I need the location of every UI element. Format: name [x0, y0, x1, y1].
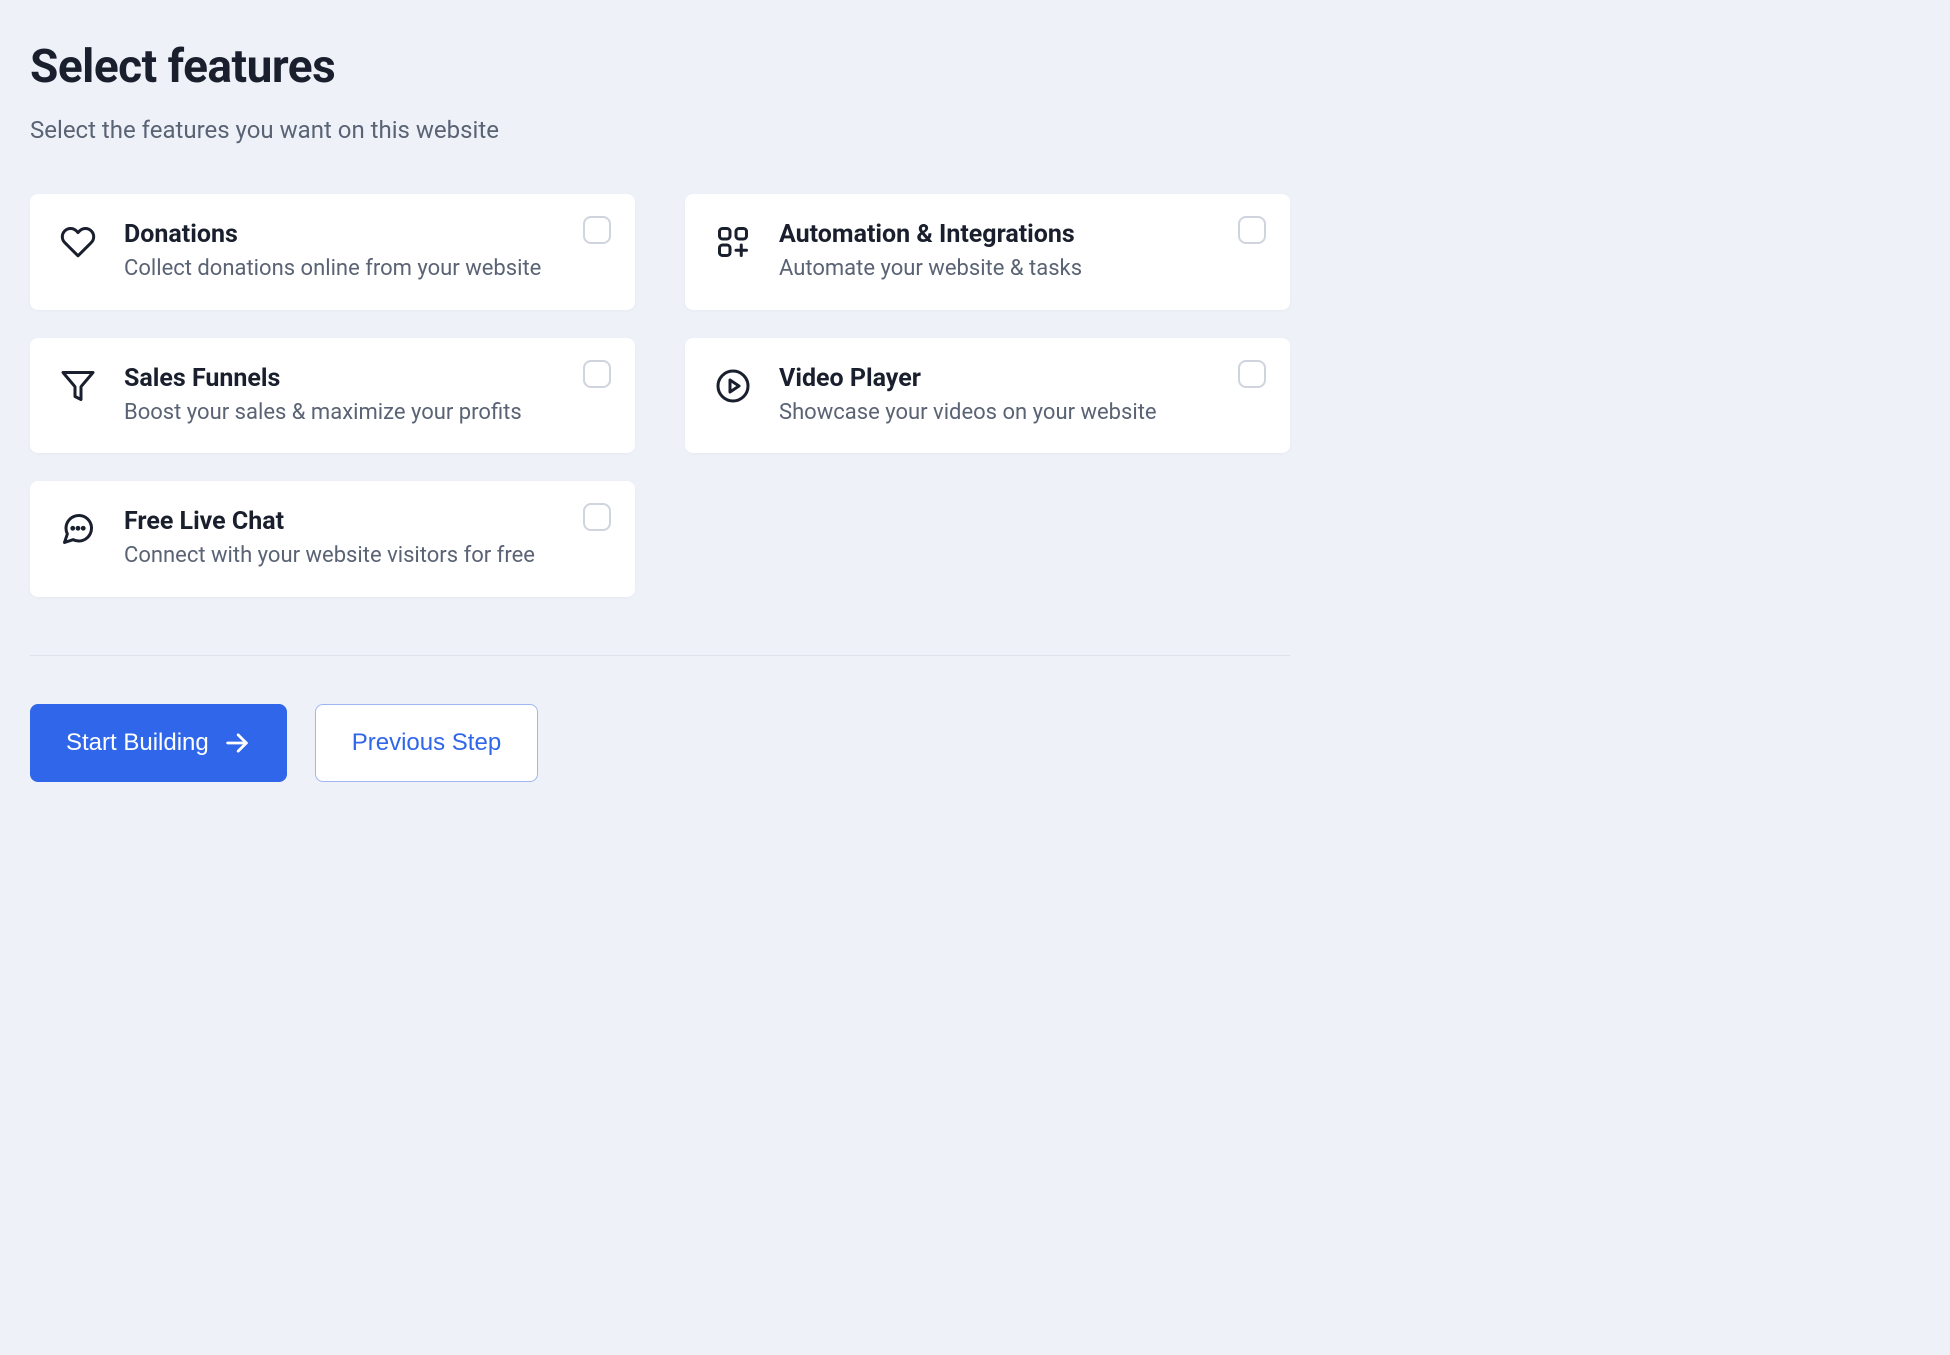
feature-checkbox[interactable]	[1238, 360, 1266, 388]
feature-text: Donations Collect donations online from …	[124, 220, 605, 284]
start-building-button[interactable]: Start Building	[30, 704, 287, 782]
feature-description: Automate your website & tasks	[779, 255, 1220, 284]
action-row: Start Building Previous Step	[30, 704, 1920, 782]
feature-title: Sales Funnels	[124, 364, 565, 393]
feature-description: Boost your sales & maximize your profits	[124, 399, 565, 428]
chat-bubble-icon	[60, 511, 96, 547]
feature-text: Automation & Integrations Automate your …	[779, 220, 1260, 284]
feature-description: Collect donations online from your websi…	[124, 255, 565, 284]
feature-checkbox[interactable]	[1238, 216, 1266, 244]
feature-card-automation[interactable]: Automation & Integrations Automate your …	[685, 194, 1290, 310]
feature-title: Free Live Chat	[124, 507, 565, 536]
feature-card-video-player[interactable]: Video Player Showcase your videos on you…	[685, 338, 1290, 454]
feature-card-sales-funnels[interactable]: Sales Funnels Boost your sales & maximiz…	[30, 338, 635, 454]
divider	[30, 655, 1290, 656]
button-label: Start Building	[66, 729, 209, 757]
feature-checkbox[interactable]	[583, 503, 611, 531]
feature-description: Connect with your website visitors for f…	[124, 542, 565, 571]
feature-checkbox[interactable]	[583, 360, 611, 388]
feature-title: Video Player	[779, 364, 1220, 393]
feature-card-live-chat[interactable]: Free Live Chat Connect with your website…	[30, 481, 635, 597]
feature-card-donations[interactable]: Donations Collect donations online from …	[30, 194, 635, 310]
funnel-icon	[60, 368, 96, 404]
previous-step-button[interactable]: Previous Step	[315, 704, 538, 782]
feature-checkbox[interactable]	[583, 216, 611, 244]
feature-grid: Donations Collect donations online from …	[30, 194, 1290, 597]
heart-icon	[60, 224, 96, 260]
feature-title: Automation & Integrations	[779, 220, 1220, 249]
feature-title: Donations	[124, 220, 565, 249]
play-circle-icon	[715, 368, 751, 404]
button-label: Previous Step	[352, 729, 501, 757]
feature-text: Free Live Chat Connect with your website…	[124, 507, 605, 571]
grid-plus-icon	[715, 224, 751, 260]
feature-text: Sales Funnels Boost your sales & maximiz…	[124, 364, 605, 428]
feature-description: Showcase your videos on your website	[779, 399, 1220, 428]
page-subtitle: Select the features you want on this web…	[30, 116, 1920, 144]
arrow-right-icon	[223, 729, 251, 757]
feature-text: Video Player Showcase your videos on you…	[779, 364, 1260, 428]
page-title: Select features	[30, 40, 1920, 94]
